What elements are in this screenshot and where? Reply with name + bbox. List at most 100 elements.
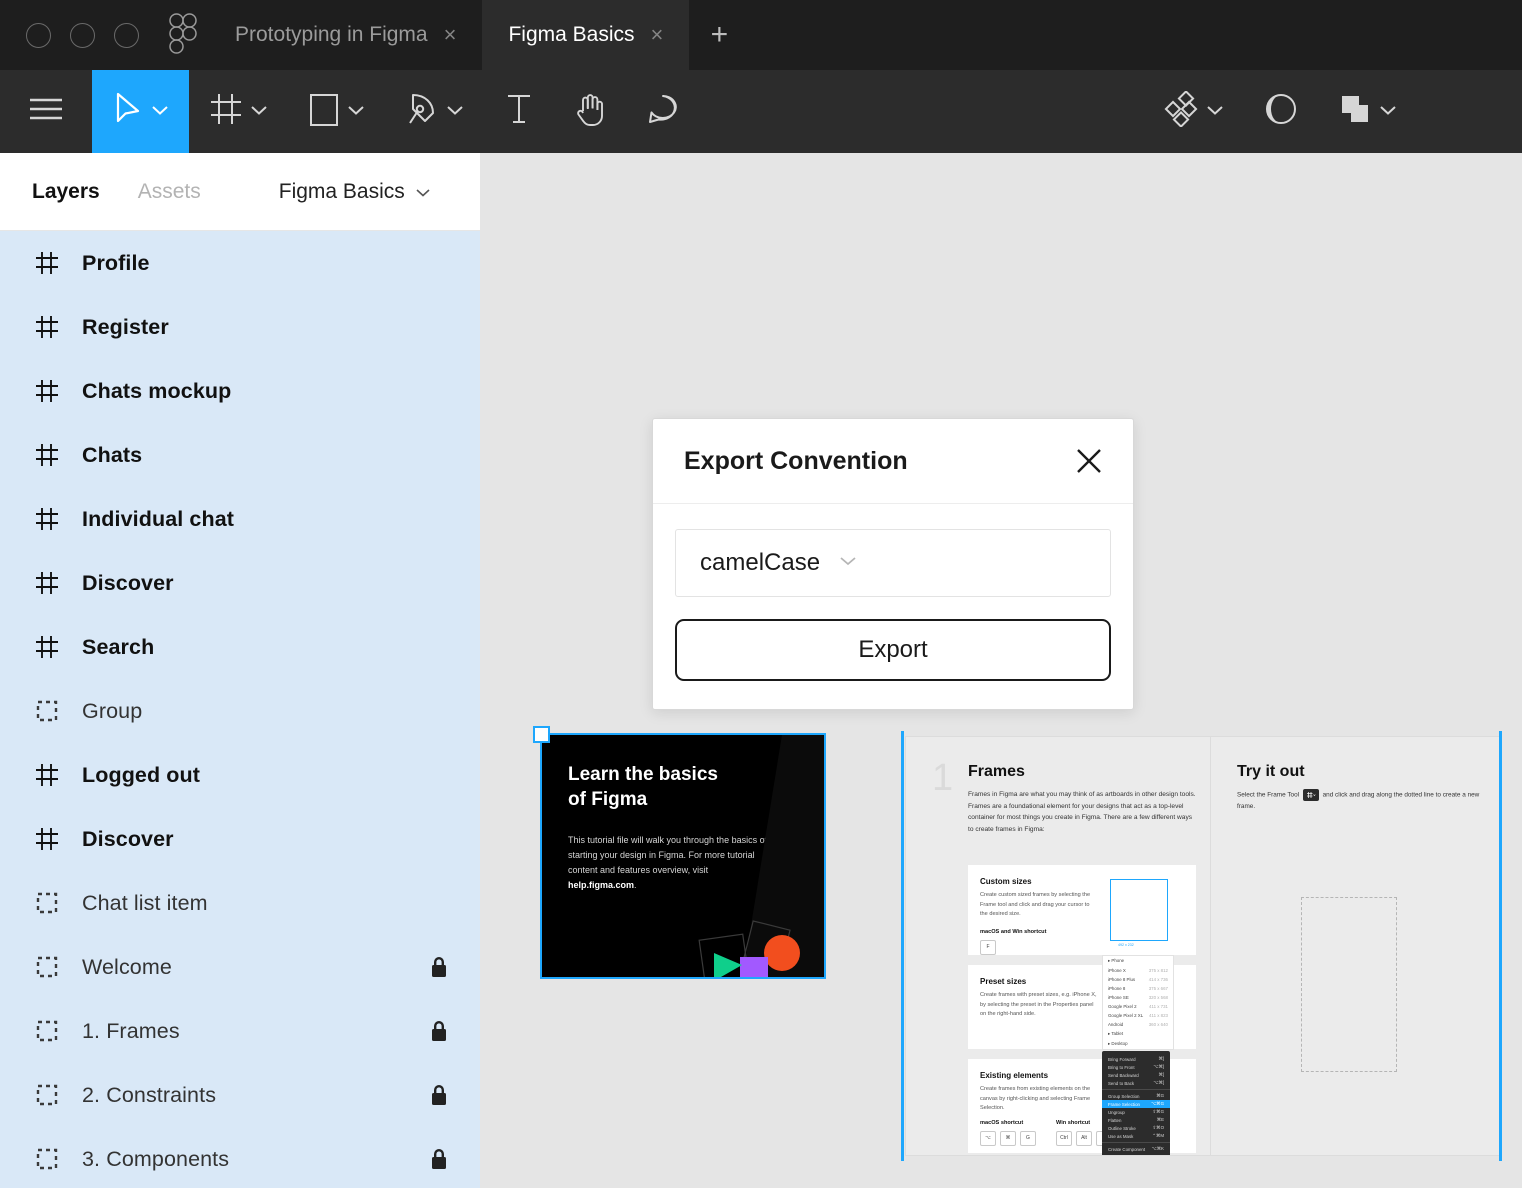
selection-handle[interactable] (533, 726, 550, 743)
layer-name: Profile (82, 250, 150, 275)
lock-icon[interactable] (428, 1018, 450, 1044)
frame-icon (34, 506, 60, 532)
preset-group[interactable]: ▸ Tablet (1103, 1029, 1173, 1039)
lock-icon[interactable] (428, 954, 450, 980)
comment-icon (646, 92, 680, 131)
menu-button[interactable] (0, 70, 92, 153)
card-custom-sizes: Custom sizes Create custom sized frames … (968, 865, 1196, 955)
preset-item[interactable]: Android 360 x 640 (1103, 1020, 1173, 1029)
frame-edge-left (901, 731, 904, 1161)
frame-icon (34, 634, 60, 660)
chevron-down-icon[interactable] (151, 103, 169, 121)
preset-group[interactable]: ▸ Phone (1103, 956, 1173, 966)
hand-icon (574, 91, 606, 132)
layer-row[interactable]: Individual chat (0, 487, 480, 551)
pen-tool-button[interactable] (385, 70, 484, 153)
lock-icon[interactable] (428, 1146, 450, 1172)
tab-close-icon[interactable]: × (444, 24, 457, 46)
layer-row[interactable]: Group (0, 679, 480, 743)
menu-item[interactable]: Send Backward ⌘[ (1102, 1071, 1170, 1079)
hand-tool-button[interactable] (554, 70, 626, 153)
convention-select[interactable]: camelCase (675, 529, 1111, 597)
move-tool-button[interactable] (92, 70, 189, 153)
layer-row[interactable]: Discover (0, 807, 480, 871)
frame-icon (34, 378, 60, 404)
frame-icon (34, 314, 60, 340)
group-icon (34, 698, 60, 724)
close-icon[interactable] (1073, 445, 1105, 477)
chevron-down-icon[interactable] (1206, 103, 1224, 121)
layer-row[interactable]: Chats mockup (0, 359, 480, 423)
minimize-circle-icon[interactable] (70, 22, 95, 48)
menu-item[interactable]: Flatten ⌘E (1102, 1116, 1170, 1124)
app-body: Layers Assets Figma Basics Profile Regis… (0, 153, 1522, 1188)
menu-item[interactable]: Group Selection ⌘G (1102, 1092, 1170, 1100)
tab-figma-basics[interactable]: Figma Basics × (482, 0, 690, 70)
tab-label: Figma Basics (508, 23, 635, 46)
card-description: Create custom sized frames by selecting … (980, 892, 1091, 917)
menu-item[interactable]: Create Component ⌥⌘K (1102, 1145, 1170, 1153)
layer-row[interactable]: 2. Constraints (0, 1063, 480, 1127)
close-circle-icon[interactable] (26, 22, 51, 48)
components-button[interactable] (1143, 70, 1244, 153)
try-description: Select the Frame Tool and click and drag… (1237, 789, 1487, 812)
boolean-button[interactable] (1318, 70, 1417, 153)
preset-item[interactable]: iPhone SE 320 x 568 (1103, 993, 1173, 1002)
frame-tool-button[interactable] (189, 70, 288, 153)
chevron-down-icon[interactable] (250, 103, 268, 121)
comment-tool-button[interactable] (626, 70, 700, 153)
context-menu[interactable]: Bring Forward ⌘] Bring to Front ⌥⌘] Send Bac… (1102, 1051, 1170, 1155)
preset-item[interactable]: iPhone 8 375 x 667 (1103, 984, 1173, 993)
tab-close-icon[interactable]: × (650, 24, 663, 46)
layer-name: Chat list item (82, 890, 208, 915)
chevron-down-icon[interactable] (446, 103, 464, 121)
preset-item[interactable]: Google Pixel 2 XL 411 x 823 (1103, 1011, 1173, 1020)
menu-item[interactable]: Send to Back ⌥⌘[ (1102, 1079, 1170, 1087)
mask-button[interactable] (1244, 70, 1318, 153)
menu-item[interactable]: Bring Forward ⌘] (1102, 1055, 1170, 1063)
tab-layers[interactable]: Layers (32, 180, 100, 204)
preset-item[interactable]: Google Pixel 2 411 x 731 (1103, 1002, 1173, 1011)
page-selector[interactable]: Figma Basics (279, 180, 431, 204)
frame-page-try-it-out[interactable]: Try it out Select the Frame Tool and cli… (1210, 736, 1500, 1156)
preset-size-list[interactable]: ▸ Phone iPhone X 375 x 812 iPhone 8 Plus 414… (1102, 955, 1174, 1050)
shape-tool-button[interactable] (288, 70, 385, 153)
menu-item[interactable]: Ungroup ⇧⌘G (1102, 1108, 1170, 1116)
layer-row[interactable]: Profile (0, 231, 480, 295)
menu-item[interactable]: Outline Stroke ⇧⌘O (1102, 1124, 1170, 1132)
lock-icon[interactable] (428, 1082, 450, 1108)
layer-list[interactable]: Profile Register Chats mockup Chats Indi… (0, 231, 480, 1188)
chevron-down-icon[interactable] (347, 103, 365, 121)
try-desc-before: Select the Frame Tool (1237, 791, 1300, 799)
design-canvas[interactable]: Learn the basics of Figma This tutorial … (480, 153, 1522, 1188)
toolbar-right-group (1143, 70, 1522, 153)
layer-row[interactable]: 1. Frames (0, 999, 480, 1063)
layer-name: Chats (82, 442, 143, 467)
frame-page-1-frames[interactable]: 1 Frames Frames in Figma are what you ma… (905, 736, 1215, 1156)
tab-prototyping-in-figma[interactable]: Prototyping in Figma × (209, 0, 482, 70)
layer-row[interactable]: Welcome (0, 935, 480, 999)
try-dotted-placeholder[interactable] (1301, 897, 1397, 1072)
export-button[interactable]: Export (675, 619, 1111, 681)
tab-assets[interactable]: Assets (138, 180, 201, 204)
chevron-down-icon[interactable] (1379, 103, 1397, 121)
layer-row[interactable]: Search (0, 615, 480, 679)
layer-row[interactable]: Register (0, 295, 480, 359)
new-tab-button[interactable]: + (689, 0, 749, 70)
figma-logo-icon[interactable] (165, 0, 209, 70)
frame-cover-learn-the-basics[interactable]: Learn the basics of Figma This tutorial … (540, 733, 826, 979)
layer-row[interactable]: Discover (0, 551, 480, 615)
layer-row[interactable]: Chat list item (0, 871, 480, 935)
layer-row[interactable]: 3. Components (0, 1127, 480, 1188)
layer-row[interactable]: Chats (0, 423, 480, 487)
menu-item[interactable]: Bring to Front ⌥⌘] (1102, 1063, 1170, 1071)
layer-row[interactable]: Logged out (0, 743, 480, 807)
card-description: Create frames with preset sizes, e.g. iP… (980, 992, 1097, 1017)
preset-group[interactable]: ▸ Desktop (1103, 1039, 1173, 1049)
menu-item[interactable]: Frame Selection ⌥⌘G (1102, 1100, 1170, 1108)
menu-item[interactable]: Use as Mask ⌃⌘M (1102, 1132, 1170, 1140)
preset-item[interactable]: iPhone 8 Plus 414 x 736 (1103, 975, 1173, 984)
preset-item[interactable]: iPhone X 375 x 812 (1103, 966, 1173, 975)
maximize-circle-icon[interactable] (114, 22, 139, 48)
text-tool-button[interactable] (484, 70, 554, 153)
